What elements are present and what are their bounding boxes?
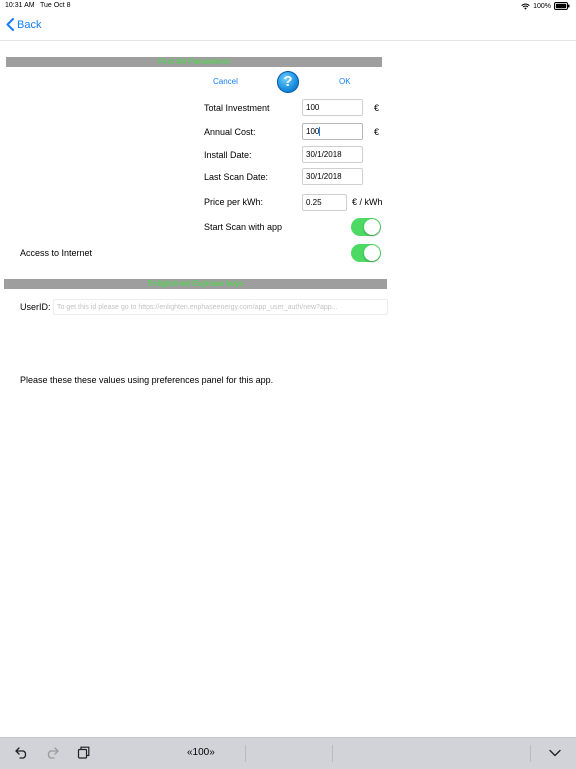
redo-icon[interactable] (45, 747, 59, 759)
status-right: 100% (521, 2, 570, 10)
status-date: Tue Oct 8 (40, 2, 71, 9)
wifi-icon (521, 3, 530, 10)
total-investment-label: Total Investment (204, 103, 270, 113)
status-time: 10:31 AM (5, 2, 35, 9)
suggestion-divider (332, 745, 333, 762)
text-cursor (319, 127, 321, 137)
paste-icon[interactable] (77, 746, 90, 759)
install-date-field[interactable]: 30/1/2018 (302, 146, 363, 163)
chevron-down-icon[interactable] (549, 749, 561, 757)
suggestion-divider (245, 745, 246, 762)
battery-icon (554, 2, 570, 10)
access-internet-label: Access to Internet (20, 248, 93, 258)
annual-cost-unit: € (374, 127, 380, 137)
chevron-left-icon (6, 18, 14, 31)
suggestion-divider (530, 745, 531, 762)
price-kwh-label: Price per kWh: (204, 197, 264, 207)
access-internet-toggle[interactable] (351, 244, 381, 262)
navigation-bar: Back (0, 12, 576, 41)
userid-label: UserID: (20, 302, 51, 312)
price-kwh-unit: € / kWh (352, 197, 383, 207)
total-investment-unit: € (374, 103, 380, 113)
cancel-button[interactable]: Cancel (213, 77, 238, 86)
total-investment-field[interactable]: 100 (302, 99, 363, 116)
userid-input[interactable]: To get this id please go to https://enli… (53, 299, 388, 315)
price-kwh-field[interactable]: 0.25 (302, 194, 347, 211)
install-date-label: Install Date: (204, 150, 252, 160)
annual-cost-value: 100 (306, 127, 320, 136)
section-header-init: First Init Parameters (6, 57, 382, 67)
start-scan-toggle[interactable] (351, 218, 381, 236)
toggle-knob (364, 245, 380, 261)
last-scan-date-label: Last Scan Date: (204, 172, 269, 182)
autocorrect-suggestion[interactable]: «100» (187, 747, 215, 758)
battery-percent: 100% (533, 2, 551, 10)
back-label: Back (17, 18, 42, 31)
annual-cost-label: Annual Cost: (204, 127, 256, 137)
userid-placeholder: To get this id please go to https://enli… (57, 304, 338, 311)
undo-icon[interactable] (15, 747, 29, 759)
toggle-knob (364, 219, 380, 235)
preferences-note: Please these these values using preferen… (20, 375, 274, 385)
status-bar: 10:31 AM Tue Oct 8 100% (0, 0, 576, 12)
last-scan-date-field[interactable]: 30/1/2018 (302, 168, 363, 185)
ok-button[interactable]: OK (339, 77, 351, 86)
start-scan-label: Start Scan with app (204, 222, 283, 232)
annual-cost-field[interactable]: 100 (302, 123, 363, 140)
section-header-keys: Enlightened Enphase keys (4, 279, 387, 289)
help-icon[interactable]: ? (277, 71, 299, 93)
keyboard-shortcut-bar: «100» (0, 737, 576, 769)
back-button[interactable]: Back (6, 18, 41, 31)
